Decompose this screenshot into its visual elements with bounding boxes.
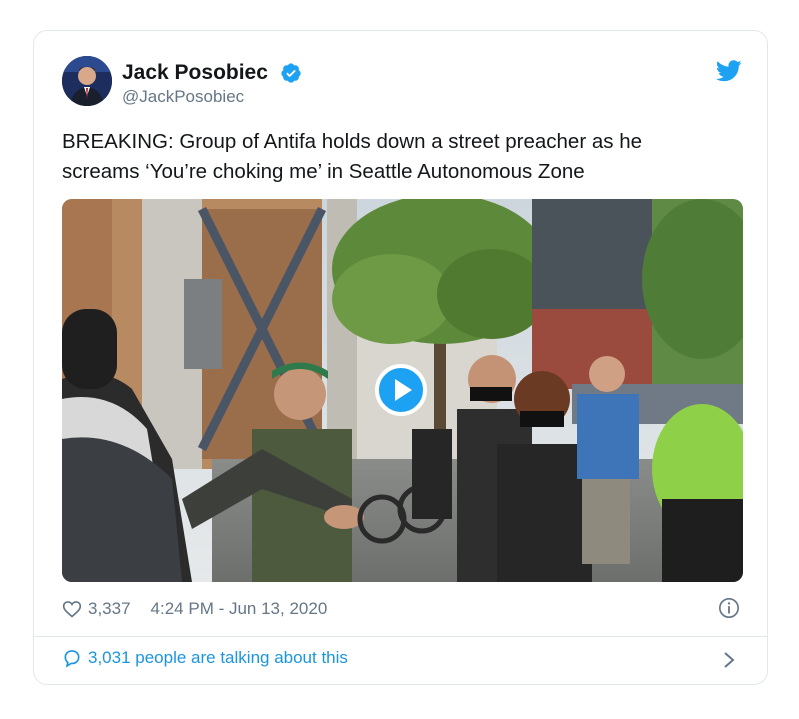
info-icon[interactable]	[718, 597, 740, 619]
avatar[interactable]	[62, 56, 112, 106]
twitter-bird-icon[interactable]	[716, 60, 742, 82]
play-icon	[395, 379, 412, 401]
conversation-link[interactable]: 3,031 people are talking about this	[62, 648, 348, 668]
timestamp[interactable]: 4:24 PM - Jun 13, 2020	[151, 599, 328, 619]
chevron-right-icon[interactable]	[722, 650, 736, 670]
verified-badge-icon	[281, 63, 301, 83]
author-handle[interactable]: @JackPosobiec	[122, 87, 244, 107]
author-name[interactable]: Jack Posobiec	[122, 61, 268, 85]
like-count[interactable]: 3,337	[88, 599, 131, 619]
tweet-text: BREAKING: Group of Antifa holds down a s…	[62, 130, 643, 183]
heart-icon[interactable]	[62, 599, 82, 619]
play-button[interactable]	[375, 364, 427, 416]
conversation-text[interactable]: 3,031 people are talking about this	[88, 648, 348, 668]
video-media[interactable]	[62, 199, 743, 582]
divider	[34, 636, 767, 637]
tweet-card[interactable]: Jack Posobiec @JackPosobiec BREAKING: Gr…	[33, 30, 768, 685]
tweet-meta: 3,337 4:24 PM - Jun 13, 2020	[62, 597, 327, 621]
reply-icon	[64, 650, 80, 668]
